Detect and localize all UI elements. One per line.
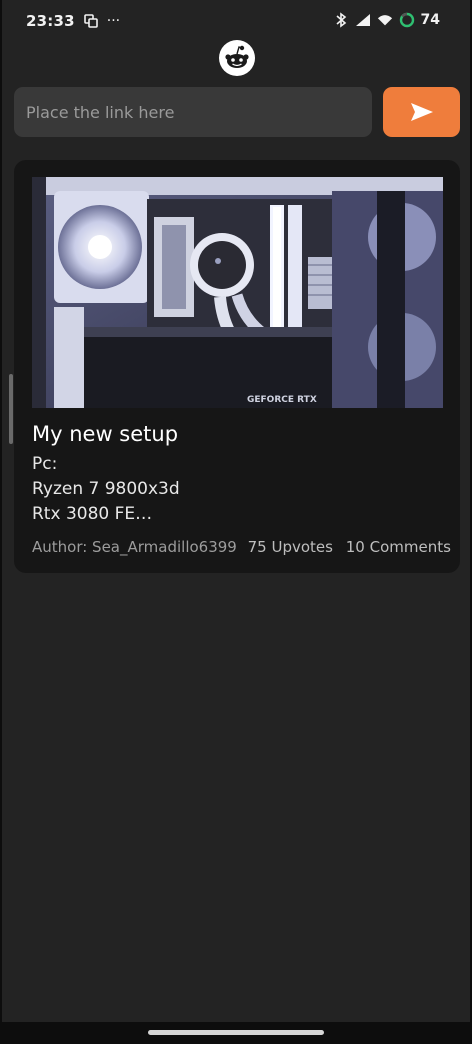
post-upvotes: 75 Upvotes [247, 538, 333, 556]
post-body-line: Rtx 3080 FE… [32, 504, 153, 524]
post-body: Pc: Ryzen 7 9800x3d Rtx 3080 FE… [32, 452, 180, 527]
send-arrow-icon [409, 101, 435, 123]
gpu-label: GEFORCE RTX [247, 395, 317, 405]
navigation-bar [2, 1022, 470, 1044]
status-time: 23:33 [26, 12, 75, 30]
post-image[interactable]: GEFORCE RTX [32, 177, 443, 408]
wifi-icon [377, 12, 393, 28]
reddit-alien-icon [219, 40, 255, 76]
status-overflow: ··· [106, 13, 121, 29]
edge-drag-handle[interactable] [9, 374, 13, 444]
battery-level: 74 [420, 12, 440, 28]
send-button[interactable] [383, 87, 460, 137]
screen-record-icon [83, 13, 99, 29]
status-right: 74 [333, 12, 440, 28]
signal-icon [355, 12, 371, 28]
status-bar: 23:33 ··· 74 [2, 0, 470, 44]
bluetooth-icon [333, 12, 349, 28]
link-input[interactable] [14, 87, 372, 137]
battery-ring-icon [399, 12, 415, 28]
post-title: My new setup [32, 422, 179, 446]
post-author: Author: Sea_Armadillo6399 [32, 538, 237, 556]
home-indicator[interactable] [148, 1030, 324, 1035]
app-screen: 23:33 ··· 74 Place the link here GEFORCE… [0, 0, 472, 1044]
post-body-line: Pc: [32, 454, 58, 474]
status-left: 23:33 ··· [26, 12, 120, 30]
post-card[interactable]: GEFORCE RTX My new setup Pc: Ryzen 7 980… [14, 160, 460, 573]
post-meta: Author: Sea_Armadillo6399 75 Upvotes 10 … [32, 538, 451, 556]
post-comments: 10 Comments [345, 538, 451, 556]
post-body-line: Ryzen 7 9800x3d [32, 479, 180, 499]
